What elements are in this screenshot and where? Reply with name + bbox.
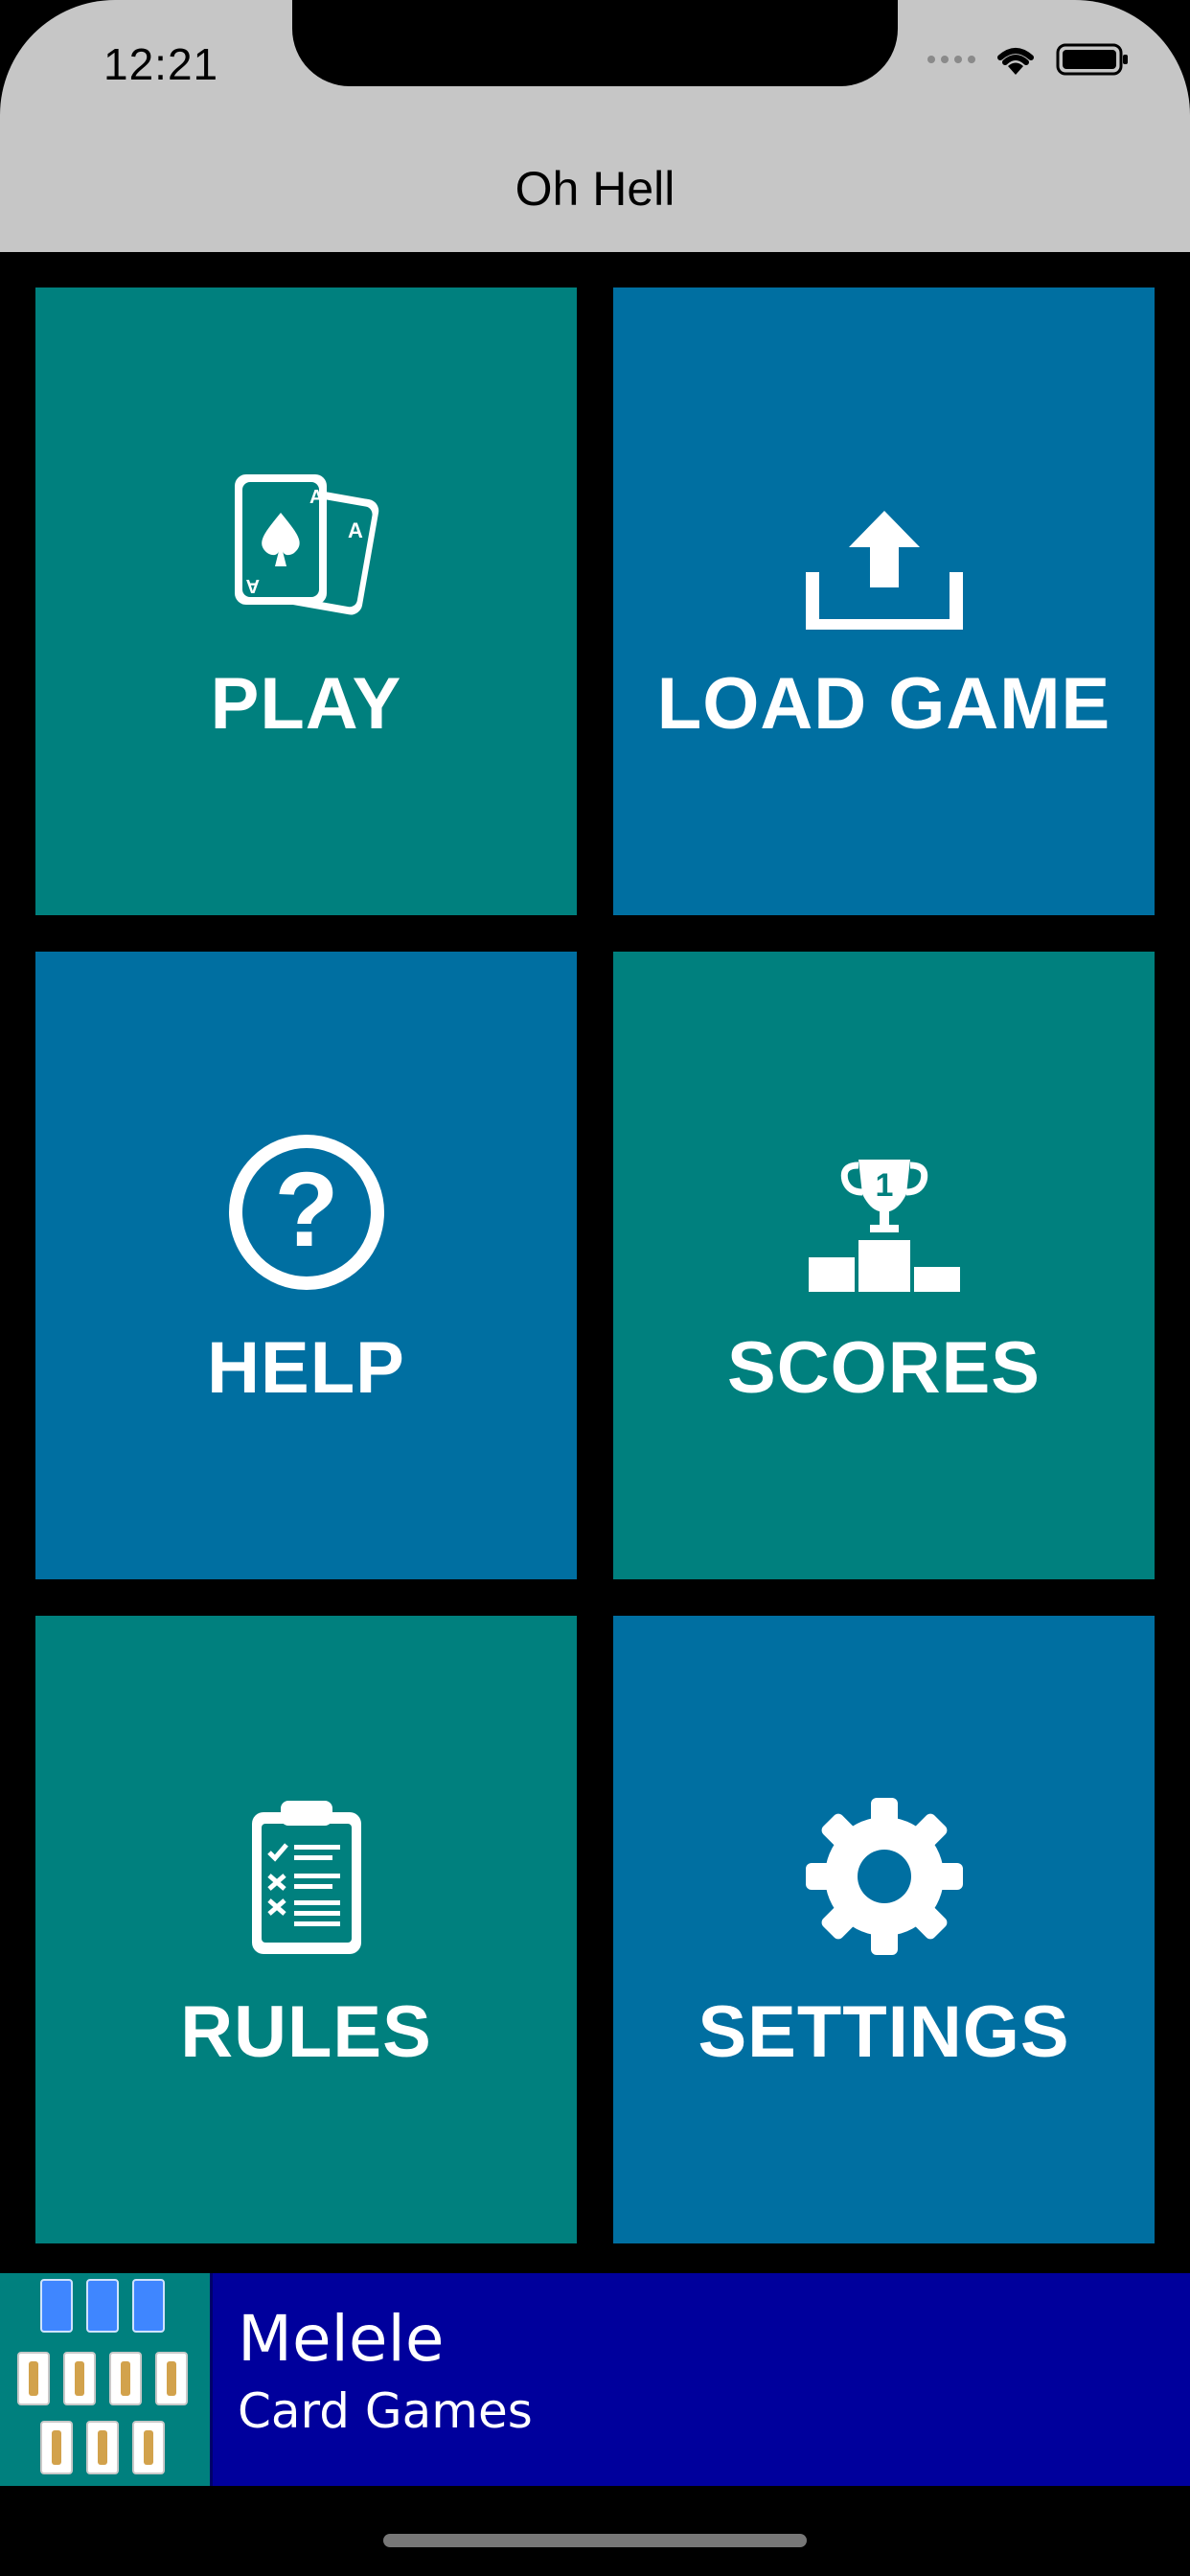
- question-circle-icon: ?: [225, 1121, 388, 1294]
- ad-subtitle: Card Games: [238, 2383, 533, 2439]
- settings-button[interactable]: SETTINGS: [613, 1616, 1155, 2243]
- help-button[interactable]: ? HELP: [35, 952, 577, 1579]
- menu-grid: A A A PLAY LOAD GAME ? HELP 1 SCORES RUL…: [35, 288, 1155, 2243]
- page-title: Oh Hell: [515, 162, 675, 216]
- rules-button[interactable]: RULES: [35, 1616, 577, 2243]
- battery-icon: [1056, 43, 1128, 76]
- settings-label: SETTINGS: [698, 1991, 1070, 2073]
- scores-button[interactable]: 1 SCORES: [613, 952, 1155, 1579]
- ad-title: Melele: [238, 2302, 445, 2376]
- cellular-signal-icon: [927, 56, 975, 63]
- clipboard-checklist-icon: [244, 1785, 369, 1958]
- wifi-icon: [997, 48, 1034, 75]
- status-time: 12:21: [103, 39, 219, 89]
- home-indicator[interactable]: [383, 2534, 807, 2547]
- svg-text:A: A: [245, 575, 259, 596]
- cards-icon: A A A: [225, 457, 388, 630]
- ad-text: Melele Card Games: [213, 2273, 533, 2486]
- device-notch: [292, 0, 898, 86]
- load-game-label: LOAD GAME: [656, 663, 1111, 745]
- ad-thumbnail-image: [0, 2273, 213, 2486]
- load-game-button[interactable]: LOAD GAME: [613, 288, 1155, 915]
- scores-label: SCORES: [727, 1327, 1041, 1409]
- help-label: HELP: [207, 1327, 405, 1409]
- upload-icon: [803, 457, 966, 630]
- svg-text:A: A: [309, 487, 323, 508]
- status-icons: [927, 42, 1129, 77]
- svg-text:A: A: [348, 518, 363, 542]
- play-button[interactable]: A A A PLAY: [35, 288, 577, 915]
- ad-banner[interactable]: Melele Card Games: [0, 2273, 1190, 2486]
- rules-label: RULES: [180, 1991, 432, 2073]
- svg-text:?: ?: [274, 1151, 338, 1269]
- navigation-bar: 12:21 Oh Hell: [0, 0, 1190, 252]
- podium-trophy-icon: 1: [803, 1121, 966, 1294]
- svg-text:1: 1: [875, 1167, 893, 1204]
- gear-icon: [803, 1785, 966, 1958]
- play-label: PLAY: [210, 663, 402, 745]
